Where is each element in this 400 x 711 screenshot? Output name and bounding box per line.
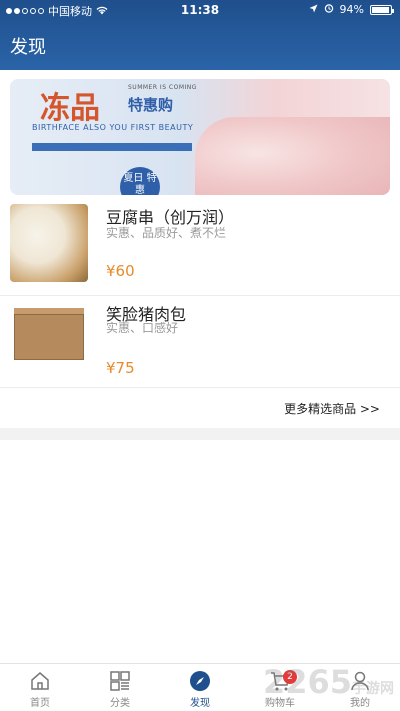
tab-category-label: 分类 — [110, 698, 130, 709]
product-desc: 实惠、口感好 — [106, 321, 179, 335]
banner-title: 冻品 — [40, 91, 100, 126]
more-products-link[interactable]: 更多精选商品 >> — [284, 400, 380, 417]
grid-icon — [80, 670, 160, 692]
product-desc: 实惠、品质好、煮不烂 — [106, 226, 227, 240]
product-price: ¥75 — [106, 359, 135, 377]
tab-home-label: 首页 — [30, 698, 50, 709]
watermark-logo: 2265手游网 — [263, 663, 394, 701]
banner-tagline: SUMMER IS COMING — [128, 84, 197, 91]
tab-category[interactable]: 分类 — [80, 670, 160, 711]
home-icon — [0, 670, 80, 692]
section-divider — [0, 428, 400, 440]
product-image — [10, 296, 88, 374]
alarm-icon — [324, 3, 334, 16]
battery-icon — [370, 4, 394, 15]
status-right: 94% — [309, 3, 394, 16]
battery-percent: 94% — [339, 3, 364, 16]
banner-meat-image — [195, 117, 390, 195]
product-image — [10, 204, 88, 282]
header: 中国移动 11:38 94% 发现 — [0, 0, 400, 70]
promo-banner[interactable]: 冻品 SUMMER IS COMING 特惠购 BIRTHFACE ALSO Y… — [10, 79, 390, 195]
page-title: 发现 — [10, 37, 46, 58]
tab-discover-label: 发现 — [190, 698, 210, 709]
watermark-text: 2265 — [262, 663, 352, 701]
status-bar: 中国移动 11:38 94% — [0, 0, 400, 20]
product-item[interactable]: 笑脸猪肉包 实惠、口感好 ¥75 — [0, 292, 400, 388]
banner-stripe — [32, 143, 192, 151]
tab-home[interactable]: 首页 — [0, 670, 80, 711]
product-price: ¥60 — [106, 262, 135, 280]
compass-icon — [160, 670, 240, 692]
watermark-sub: 手游网 — [352, 681, 394, 697]
product-item[interactable]: 豆腐串（创万润） 实惠、品质好、煮不烂 ¥60 — [0, 200, 400, 296]
tab-discover[interactable]: 发现 — [160, 670, 240, 711]
location-icon — [309, 3, 318, 16]
banner-badge: 夏日 特惠 — [120, 167, 160, 195]
banner-subtitle: 特惠购 — [128, 96, 174, 114]
banner-slogan: BIRTHFACE ALSO YOU FIRST BEAUTY — [32, 123, 194, 132]
app-root: 中国移动 11:38 94% 发现 冻品 SUMMER IS COMING 特惠… — [0, 0, 400, 711]
